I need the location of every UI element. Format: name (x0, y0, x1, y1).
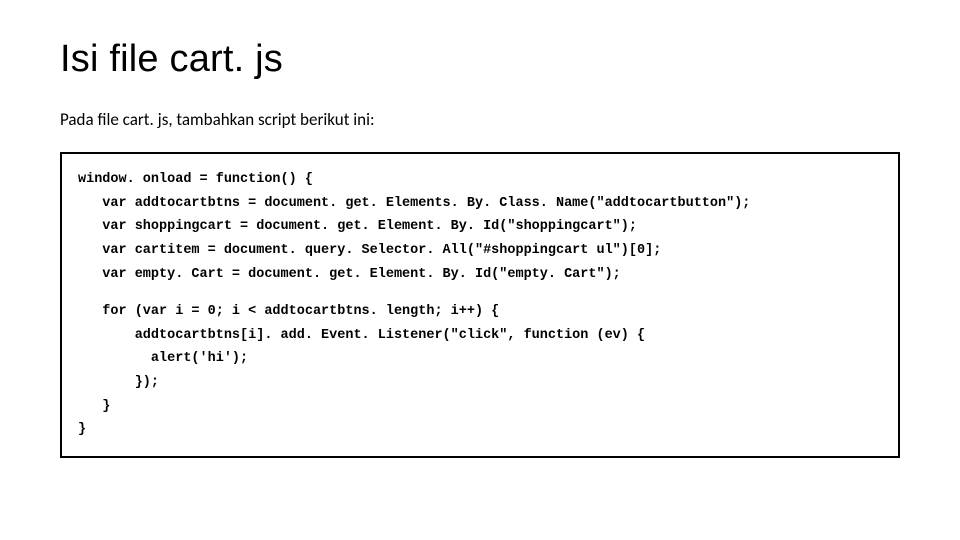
blank-line (78, 286, 882, 300)
code-line: window. onload = function() { (78, 168, 882, 192)
code-line: for (var i = 0; i < addtocartbtns. lengt… (78, 300, 882, 324)
code-block: window. onload = function() { var addtoc… (60, 152, 900, 458)
code-line: } (78, 395, 882, 419)
code-line: var cartitem = document. query. Selector… (78, 239, 882, 263)
code-line: var addtocartbtns = document. get. Eleme… (78, 192, 882, 216)
code-line: }); (78, 371, 882, 395)
code-line: } (78, 418, 882, 442)
code-line: alert('hi'); (78, 347, 882, 371)
code-line: var shoppingcart = document. get. Elemen… (78, 215, 882, 239)
code-line: addtocartbtns[i]. add. Event. Listener("… (78, 324, 882, 348)
page-title: Isi file cart. js (60, 38, 900, 81)
subtitle-text: Pada file cart. js, tambahkan script ber… (60, 109, 900, 130)
slide: Isi file cart. js Pada file cart. js, ta… (0, 0, 960, 540)
code-line: var empty. Cart = document. get. Element… (78, 263, 882, 287)
